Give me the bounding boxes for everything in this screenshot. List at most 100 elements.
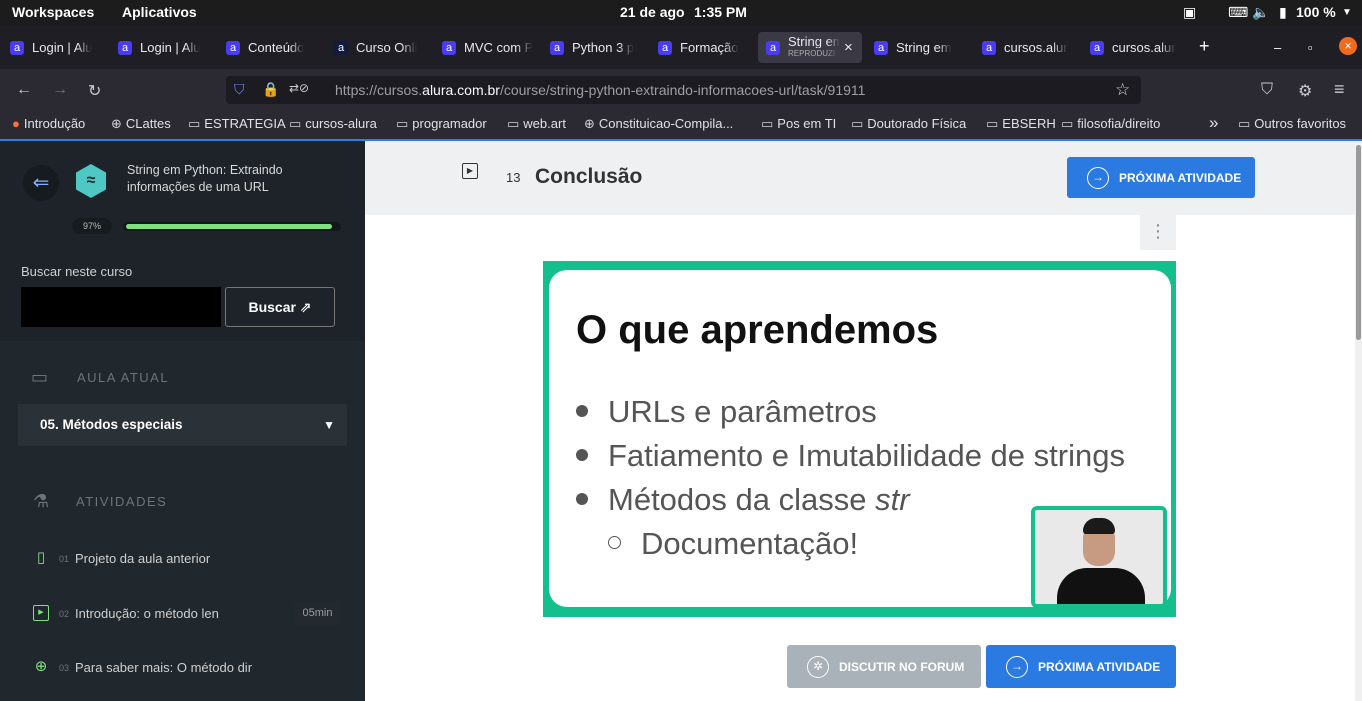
tab-formacao[interactable]: a Formação <box>658 32 758 63</box>
python-course-logo-icon: ≈ <box>76 164 106 198</box>
tab-conteudo[interactable]: a Conteúdo <box>226 32 326 63</box>
bookmark-pos-em-ti[interactable]: ▭ Pos em TI <box>761 116 836 132</box>
alura-favicon-icon: a <box>334 40 348 55</box>
reload-icon[interactable]: ↻ <box>88 81 101 101</box>
globe-icon: ⊕ <box>111 116 122 131</box>
activity-item[interactable]: ▯ 01 Projeto da aula anterior <box>0 546 365 576</box>
next-activity-button-bottom[interactable]: → PRÓXIMA ATIVIDADE <box>986 645 1176 688</box>
bookmark-constituicao[interactable]: ⊕ Constituicao-Compila... <box>584 116 733 132</box>
battery-level[interactable]: 100 % <box>1296 4 1336 20</box>
video-player[interactable]: O que aprendemos URLs e parâmetros Fatia… <box>543 261 1176 617</box>
bookmark-ebserh[interactable]: ▭ EBSERH <box>986 116 1056 132</box>
clock-time[interactable]: 1:35 PM <box>694 4 747 20</box>
course-sidebar: ⇐ ≈ String em Python: Extraindo informaç… <box>0 141 365 701</box>
pocket-icon[interactable]: ⛉ <box>1261 81 1273 99</box>
close-window-button[interactable]: × <box>1339 37 1357 55</box>
folder-icon: ▭ <box>1238 116 1251 131</box>
tab-login-2[interactable]: a Login | Alu <box>118 32 218 63</box>
alura-favicon-icon: a <box>10 40 24 55</box>
tab-cursos-alura-2[interactable]: a cursos.alur <box>1090 32 1190 63</box>
battery-icon[interactable]: ▮ <box>1279 4 1287 21</box>
slide-bullet: Fatiamento e Imutabilidade de strings <box>576 438 1125 474</box>
bookmark-cursos-alura[interactable]: ▭ cursos-alura <box>289 116 377 132</box>
search-button[interactable]: Buscar ⇗ <box>225 287 335 327</box>
lock-icon[interactable]: 🔒 <box>262 81 279 98</box>
back-to-course-icon[interactable]: ⇐ <box>23 165 59 201</box>
alura-favicon-icon: a <box>982 40 996 55</box>
tab-login-1[interactable]: a Login | Alu <box>10 32 110 63</box>
extension-icon[interactable]: ⚙ <box>1298 81 1312 101</box>
video-icon: ▶ <box>33 605 49 621</box>
activity-item[interactable]: ▶ 02 Introdução: o método len 05min <box>0 601 365 631</box>
tab-string-em-python-active[interactable]: a String em REPRODUZI × <box>758 32 862 63</box>
alura-favicon-icon: a <box>550 40 564 55</box>
lesson-number: 13 <box>506 170 521 185</box>
course-progress-bar <box>123 222 341 231</box>
arrow-right-circle-icon: → <box>1006 655 1028 678</box>
aula-select-dropdown[interactable]: 05. Métodos especiais ▼ <box>18 404 347 446</box>
next-activity-button-top[interactable]: → PRÓXIMA ATIVIDADE <box>1067 157 1255 198</box>
maximize-button[interactable]: ▫ <box>1308 40 1313 55</box>
permissions-icon[interactable]: ⇄⊘ <box>289 81 309 95</box>
lesson-title: Conclusão <box>535 165 643 188</box>
lessons-panel: ▭ AULA ATUAL 05. Métodos especiais ▼ ⚗ AT… <box>0 341 365 701</box>
apps-menu[interactable]: Aplicativos <box>122 4 197 20</box>
tab-mvc[interactable]: a MVC com P <box>442 32 542 63</box>
clock-date[interactable]: 21 de ago <box>620 4 685 20</box>
minimize-button[interactable]: – <box>1274 40 1281 55</box>
slide-bullet: URLs e parâmetros <box>576 394 877 430</box>
hamburger-menu-icon[interactable]: ≡ <box>1334 79 1345 100</box>
bookmark-star-icon[interactable]: ☆ <box>1115 80 1130 100</box>
course-header: ⇐ ≈ String em Python: Extraindo informaç… <box>0 141 365 341</box>
alura-favicon-icon: a <box>1090 40 1104 55</box>
tab-playing-label: REPRODUZI <box>788 48 836 58</box>
new-tab-button[interactable]: + <box>1199 36 1210 57</box>
page-scrollbar[interactable] <box>1355 141 1362 701</box>
bookmark-webart[interactable]: ▭ web.art <box>507 116 566 132</box>
bookmark-filosofia-direito[interactable]: ▭ filosofia/direito <box>1061 116 1160 132</box>
folder-icon: ▭ <box>289 116 302 131</box>
tab-strip: a Login | Alu a Login | Alu a Conteúdo a Cur… <box>0 25 1362 69</box>
bookmarks-overflow-chevron-icon[interactable]: » <box>1209 113 1218 133</box>
system-top-bar: Workspaces Aplicativos 21 de ago 1:35 PM… <box>0 0 1362 25</box>
bookmark-clattes[interactable]: ⊕ CLattes <box>111 116 171 132</box>
bookmark-estrategia[interactable]: ▭ ESTRATEGIA <box>188 116 286 132</box>
search-course-input[interactable] <box>21 287 221 327</box>
folder-icon: ▭ <box>507 116 520 131</box>
bookmark-outros-favoritos[interactable]: ▭ Outros favoritos <box>1238 116 1346 132</box>
atividades-heading: ATIVIDADES <box>76 494 168 509</box>
tab-close-icon[interactable]: × <box>844 39 853 56</box>
back-arrow-icon[interactable]: ← <box>16 81 32 99</box>
plus-circle-icon: ⊕ <box>34 658 48 675</box>
keyboard-icon[interactable]: ⌨ <box>1228 4 1248 21</box>
firefox-icon: ● <box>12 116 20 131</box>
tab-python3[interactable]: a Python 3 p <box>550 32 650 63</box>
more-options-icon[interactable]: ⋮ <box>1140 214 1176 250</box>
workspaces-menu[interactable]: Workspaces <box>12 4 94 20</box>
tab-string-em[interactable]: a String em <box>874 32 974 63</box>
arrow-right-circle-icon: → <box>1087 166 1109 189</box>
display-icon[interactable]: ▣ <box>1183 4 1196 21</box>
volume-icon[interactable]: 🔈 <box>1252 4 1269 21</box>
alura-favicon-icon: a <box>442 40 456 55</box>
alura-favicon-icon: a <box>226 40 240 55</box>
url-text[interactable]: https://cursos.alura.com.br/course/strin… <box>335 82 865 98</box>
bookmark-introducao[interactable]: ● Introdução <box>12 116 85 131</box>
alura-favicon-icon: a <box>658 40 672 55</box>
tab-cursos-alura-1[interactable]: a cursos.alur <box>982 32 1082 63</box>
tab-curso-online[interactable]: a Curso Onli <box>334 32 434 63</box>
url-bar[interactable]: ⛉ 🔒 ⇄⊘ https://cursos.alura.com.br/cours… <box>226 76 1141 104</box>
bookmark-doutorado-fisica[interactable]: ▭ Doutorado Física <box>851 116 966 132</box>
activity-item[interactable]: ⊕ 03 Para saber mais: O método dir <box>0 655 365 685</box>
folder-icon: ▭ <box>188 116 201 131</box>
progress-percent: 97% <box>72 218 112 234</box>
discuss-forum-button[interactable]: ✲ DISCUTIR NO FORUM <box>787 645 981 688</box>
scrollbar-thumb[interactable] <box>1356 145 1361 340</box>
shield-icon[interactable]: ⛉ <box>234 81 245 98</box>
system-menu-chevron-icon[interactable]: ▼ <box>1342 7 1352 18</box>
course-title[interactable]: String em Python: Extraindo informações … <box>127 162 327 196</box>
bookmark-programador[interactable]: ▭ programador <box>396 116 487 132</box>
play-icon: ▶ <box>462 163 478 179</box>
lesson-header: ▶ 13 Conclusão → PRÓXIMA ATIVIDADE <box>365 141 1355 215</box>
forward-arrow-icon[interactable]: → <box>52 81 68 99</box>
